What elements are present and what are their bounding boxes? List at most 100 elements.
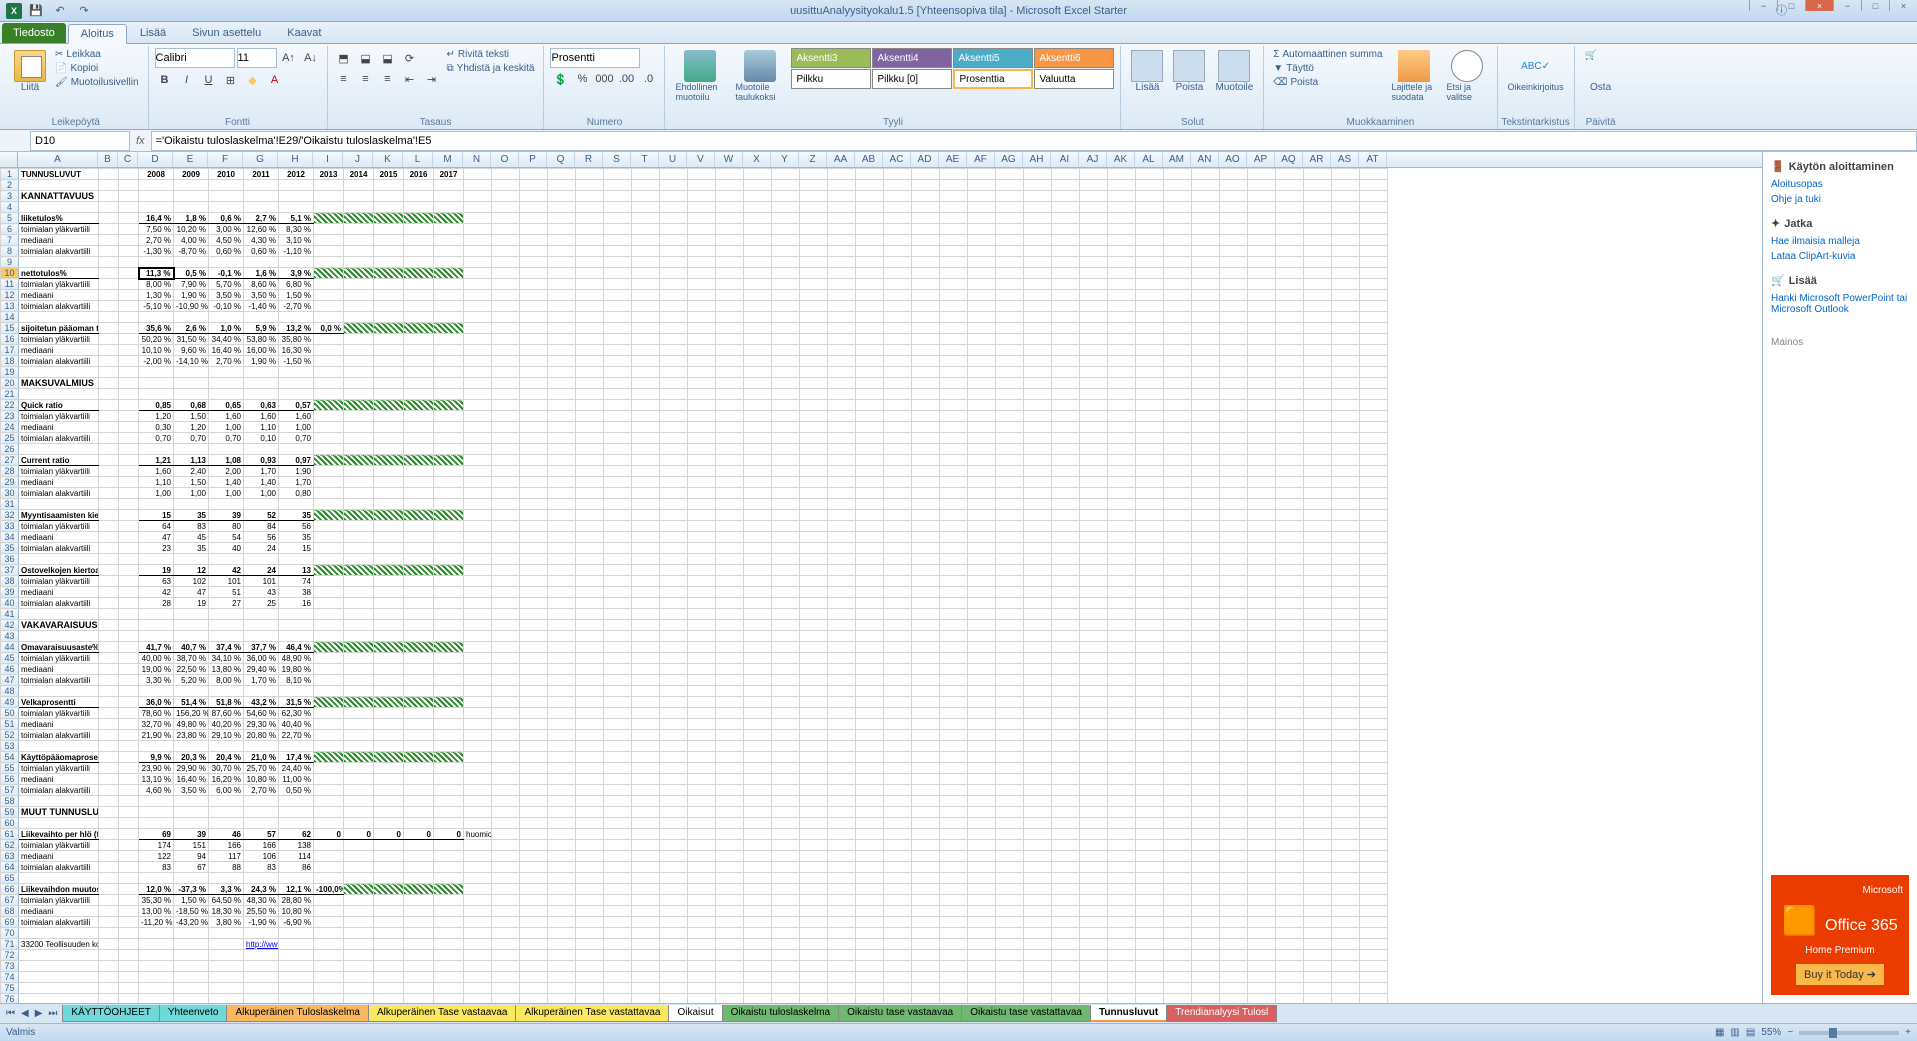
col-header-I[interactable]: I xyxy=(313,152,343,167)
orientation-button[interactable]: ⟳ xyxy=(400,48,420,68)
spelling-button[interactable]: ABC✓Oikeinkirjoitus xyxy=(1504,48,1568,94)
buy-button[interactable]: 🛒Osta xyxy=(1581,48,1621,95)
col-header-T[interactable]: T xyxy=(631,152,659,167)
sheet-tab[interactable]: Oikaistu tase vastattavaa xyxy=(961,1005,1091,1022)
undo-button[interactable]: ↶ xyxy=(50,2,70,20)
col-header-AE[interactable]: AE xyxy=(939,152,967,167)
doc-close-button[interactable]: × xyxy=(1889,0,1917,11)
sheet-tab[interactable]: Trendianalyysi Tulosl xyxy=(1166,1005,1277,1022)
view-normal-button[interactable]: ▦ xyxy=(1715,1027,1724,1038)
sheet-tab[interactable]: Alkuperäinen Tase vastattavaa xyxy=(515,1005,669,1022)
tab-page-layout[interactable]: Sivun asettelu xyxy=(179,23,274,43)
col-header-AP[interactable]: AP xyxy=(1247,152,1275,167)
number-format-select[interactable] xyxy=(550,48,640,68)
col-header-G[interactable]: G xyxy=(243,152,278,167)
increase-font-button[interactable]: A↑ xyxy=(279,48,299,68)
sheet-tab[interactable]: Yhteenveto xyxy=(159,1005,228,1022)
col-header-B[interactable]: B xyxy=(98,152,118,167)
col-header-A[interactable]: A xyxy=(18,152,98,167)
zoom-in-button[interactable]: + xyxy=(1905,1027,1911,1038)
bold-button[interactable]: B xyxy=(155,70,175,90)
format-cells-button[interactable]: Muotoile xyxy=(1211,48,1257,95)
border-button[interactable]: ⊞ xyxy=(221,70,241,90)
buy-today-button[interactable]: Buy it Today ➔ xyxy=(1796,964,1884,985)
align-left-button[interactable]: ≡ xyxy=(334,69,354,89)
col-header-M[interactable]: M xyxy=(433,152,463,167)
sheet-tab[interactable]: Alkuperäinen Tase vastaavaa xyxy=(368,1005,516,1022)
app-minimize-button[interactable]: − xyxy=(1749,0,1777,11)
style-accent4[interactable]: Aksentti4 xyxy=(872,48,952,68)
sheet-tab[interactable]: Oikaistu tase vastaavaa xyxy=(838,1005,962,1022)
find-select-button[interactable]: Etsi ja valitse xyxy=(1443,48,1491,104)
sheet-prev-button[interactable]: ◀ xyxy=(19,1008,31,1019)
sheet-tab[interactable]: Alkuperäinen Tuloslaskelma xyxy=(226,1005,369,1022)
align-right-button[interactable]: ≡ xyxy=(378,69,398,89)
format-table-button[interactable]: Muotoile taulukoksi xyxy=(731,48,789,104)
col-header-AB[interactable]: AB xyxy=(855,152,883,167)
style-accent5[interactable]: Aksentti5 xyxy=(953,48,1033,68)
paste-button[interactable]: Liitä xyxy=(10,48,50,95)
view-layout-button[interactable]: ▥ xyxy=(1730,1027,1739,1038)
font-name-select[interactable] xyxy=(155,48,235,68)
tab-file[interactable]: Tiedosto xyxy=(2,23,66,43)
col-header-AA[interactable]: AA xyxy=(827,152,855,167)
doc-maximize-button[interactable]: □ xyxy=(1861,0,1889,11)
sheet-next-button[interactable]: ▶ xyxy=(33,1008,45,1019)
copy-button[interactable]: 📄Kopioi xyxy=(52,62,142,75)
col-header-AR[interactable]: AR xyxy=(1303,152,1331,167)
comma-button[interactable]: 000 xyxy=(594,69,614,89)
autosum-button[interactable]: ΣAutomaattinen summa xyxy=(1270,48,1385,61)
col-header-AJ[interactable]: AJ xyxy=(1079,152,1107,167)
tab-insert[interactable]: Lisää xyxy=(127,23,179,43)
italic-button[interactable]: I xyxy=(177,70,197,90)
col-header-AK[interactable]: AK xyxy=(1107,152,1135,167)
col-header-AN[interactable]: AN xyxy=(1191,152,1219,167)
sheet-tab[interactable]: Oikaisut xyxy=(668,1005,722,1022)
align-middle-button[interactable]: ⬓ xyxy=(356,48,376,68)
col-header-AM[interactable]: AM xyxy=(1163,152,1191,167)
excel-app-icon[interactable]: X xyxy=(6,3,22,19)
col-header-AO[interactable]: AO xyxy=(1219,152,1247,167)
doc-minimize-button[interactable]: − xyxy=(1833,0,1861,11)
style-comma[interactable]: Pilkku xyxy=(791,69,871,89)
side-link-clipart[interactable]: Lataa ClipArt-kuvia xyxy=(1771,249,1909,264)
increase-decimal-button[interactable]: .00 xyxy=(616,69,636,89)
currency-button[interactable]: 💲 xyxy=(550,69,570,89)
style-percent[interactable]: Prosenttia xyxy=(953,69,1033,89)
align-bottom-button[interactable]: ⬓ xyxy=(378,48,398,68)
col-header-AD[interactable]: AD xyxy=(911,152,939,167)
fx-button[interactable]: fx xyxy=(130,135,151,147)
decrease-decimal-button[interactable]: .0 xyxy=(638,69,658,89)
col-header-AH[interactable]: AH xyxy=(1023,152,1051,167)
side-link-guide[interactable]: Aloitusopas xyxy=(1771,177,1909,192)
clear-button[interactable]: ⌫Poista xyxy=(1270,76,1385,89)
col-header-Y[interactable]: Y xyxy=(771,152,799,167)
sheet-tab[interactable]: KÄYTTÖOHJEET xyxy=(62,1005,159,1022)
font-color-button[interactable]: A xyxy=(265,70,285,90)
indent-decrease-button[interactable]: ⇤ xyxy=(400,69,420,89)
side-link-help[interactable]: Ohje ja tuki xyxy=(1771,192,1909,207)
wrap-text-button[interactable]: ↵Rivitä teksti xyxy=(444,48,538,61)
fill-color-button[interactable]: ◆ xyxy=(243,70,263,90)
sheet-tab[interactable]: Oikaistu tuloslaskelma xyxy=(722,1005,839,1022)
col-header-X[interactable]: X xyxy=(743,152,771,167)
sort-filter-button[interactable]: Lajittele ja suodata xyxy=(1388,48,1441,104)
conditional-formatting-button[interactable]: Ehdollinen muotoilu xyxy=(671,48,729,104)
style-comma0[interactable]: Pilkku [0] xyxy=(872,69,952,89)
col-header-O[interactable]: O xyxy=(491,152,519,167)
font-size-select[interactable] xyxy=(237,48,277,68)
view-pagebreak-button[interactable]: ▤ xyxy=(1746,1027,1755,1038)
col-header-AC[interactable]: AC xyxy=(883,152,911,167)
col-header-K[interactable]: K xyxy=(373,152,403,167)
col-header-H[interactable]: H xyxy=(278,152,313,167)
col-header-J[interactable]: J xyxy=(343,152,373,167)
col-header-W[interactable]: W xyxy=(715,152,743,167)
cut-button[interactable]: ✂Leikkaa xyxy=(52,48,142,61)
col-header-U[interactable]: U xyxy=(659,152,687,167)
zoom-slider[interactable] xyxy=(1799,1031,1899,1035)
style-currency[interactable]: Valuutta xyxy=(1034,69,1114,89)
zoom-out-button[interactable]: − xyxy=(1787,1027,1793,1038)
tab-formulas[interactable]: Kaavat xyxy=(274,23,334,43)
delete-cells-button[interactable]: Poista xyxy=(1169,48,1209,95)
sheet-first-button[interactable]: ⏮ xyxy=(4,1008,17,1019)
